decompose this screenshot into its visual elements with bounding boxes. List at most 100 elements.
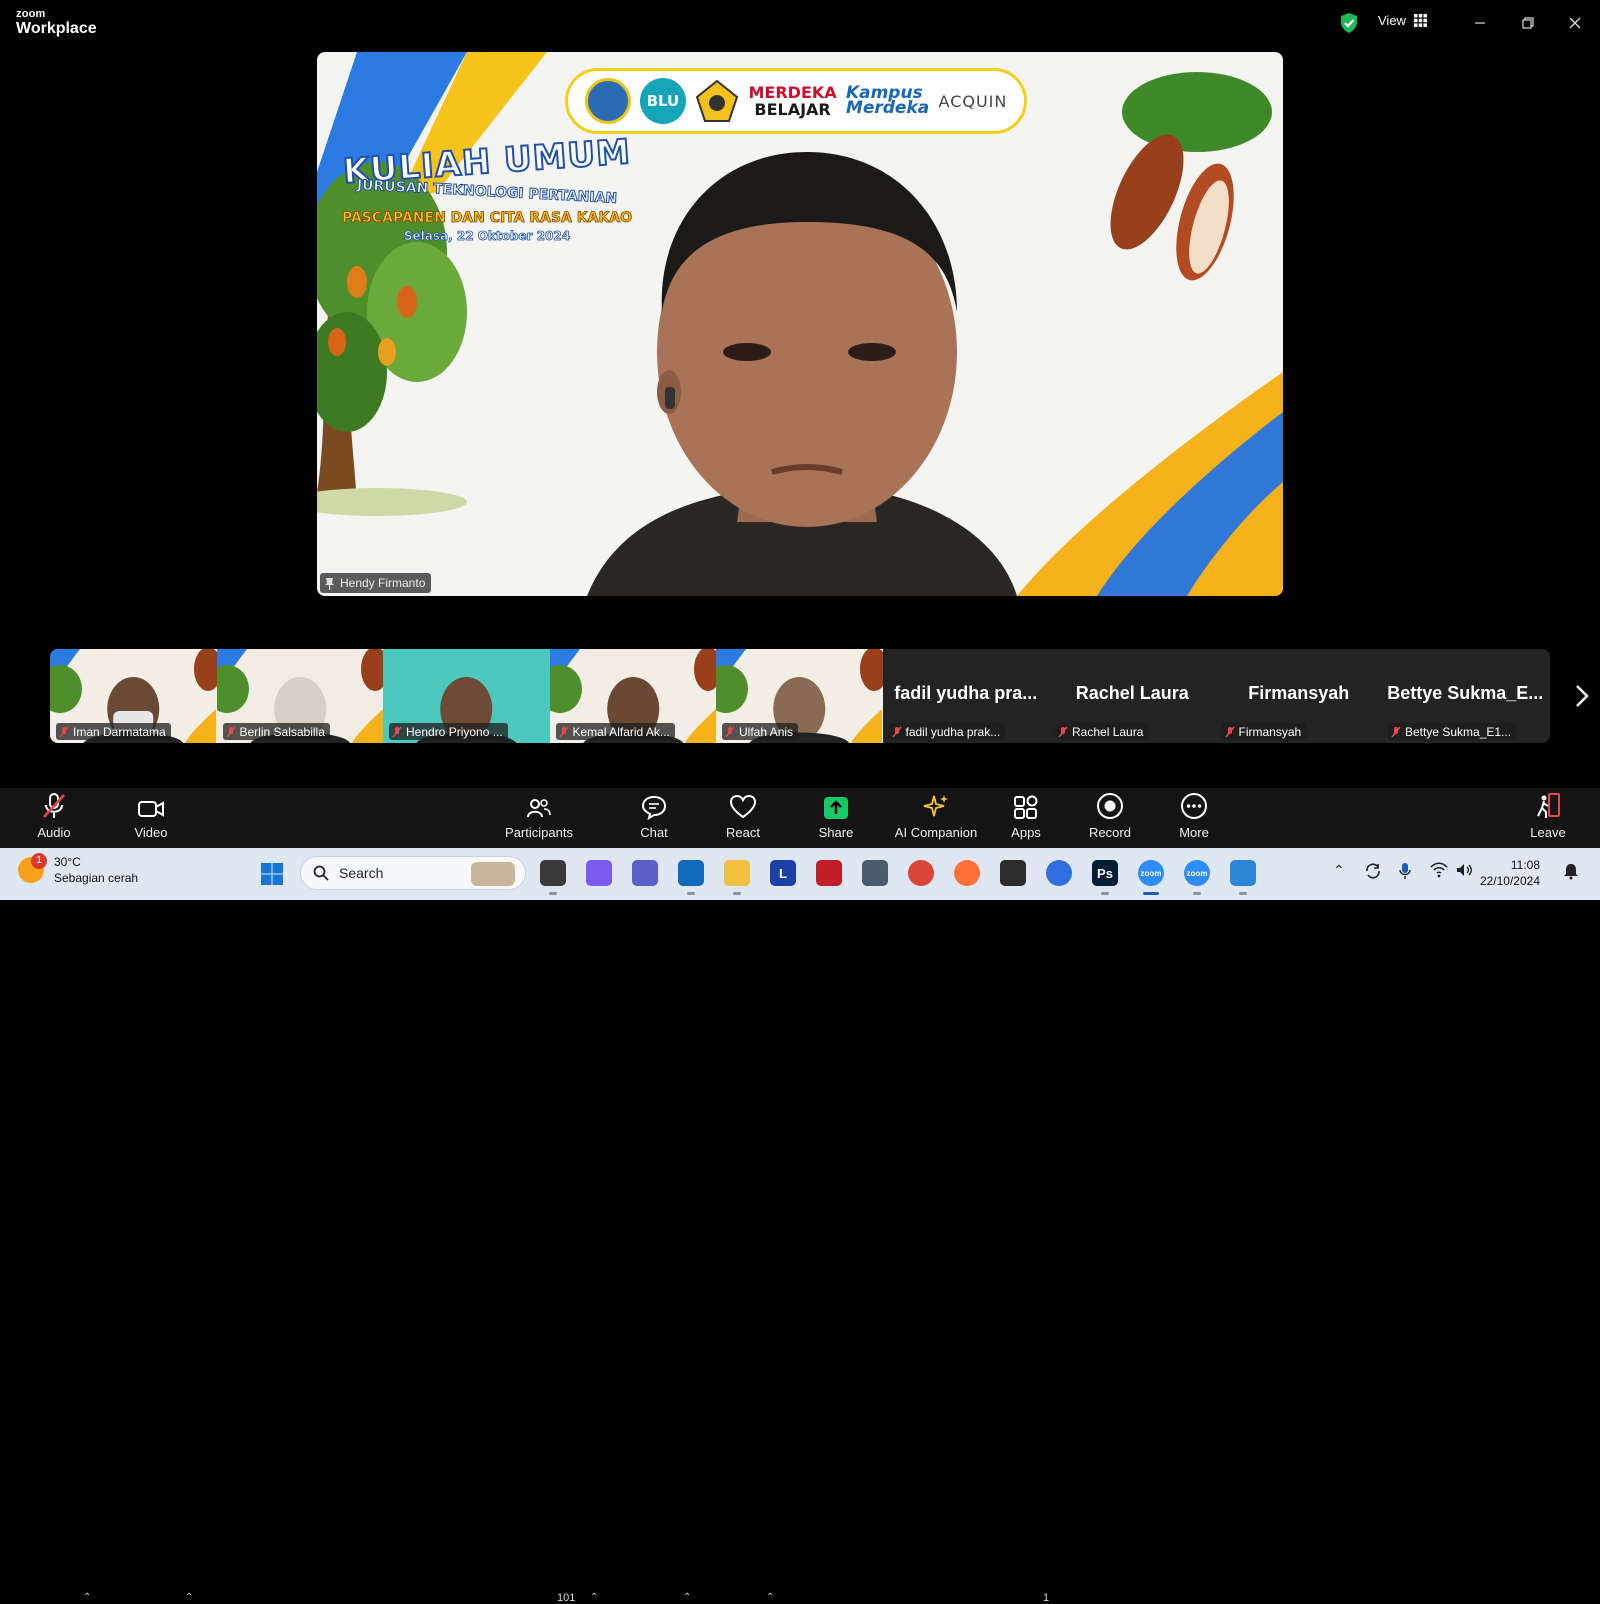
- photos-icon[interactable]: [1230, 860, 1256, 886]
- participants-label: Participants: [505, 825, 573, 840]
- taskbar-app-label: L: [779, 865, 787, 881]
- video-camera-icon: [138, 801, 164, 817]
- participant-tile[interactable]: Hendro Priyono ...: [383, 649, 550, 743]
- chat-button[interactable]: Chat: [634, 788, 674, 848]
- clock-time: 11:08: [1510, 858, 1540, 872]
- active-speaker-video[interactable]: BLU MERDEKA BELAJAR Kampus Merdeka ACQUI…: [317, 52, 1283, 596]
- apps-button[interactable]: Apps: [1008, 788, 1044, 848]
- participant-display-name: Bettye Sukma_E...: [1387, 683, 1544, 703]
- participant-tile[interactable]: Rachel Laura Rachel Laura: [1049, 649, 1216, 743]
- shield-check-icon[interactable]: [1339, 12, 1359, 34]
- more-button[interactable]: More: [1176, 788, 1212, 848]
- weather-widget[interactable]: 1 30°C Sebagian cerah: [18, 853, 138, 886]
- apps-icon: [1014, 795, 1038, 819]
- more-icon: [1181, 793, 1207, 819]
- minimize-icon[interactable]: [1469, 12, 1491, 34]
- notification-bell-icon[interactable]: [1562, 862, 1580, 880]
- sync-icon[interactable]: [1364, 862, 1382, 880]
- microphone-icon[interactable]: [1398, 862, 1412, 880]
- ai-companion-button[interactable]: AI Companion: [893, 788, 979, 848]
- tray-overflow-chevron-icon[interactable]: ⌃: [1333, 862, 1345, 879]
- wifi-icon[interactable]: [1430, 862, 1448, 878]
- grid-icon: [1413, 14, 1427, 27]
- university-logo: [584, 78, 631, 124]
- chat-options-caret[interactable]: ⌃: [683, 1592, 691, 1603]
- outlook-icon[interactable]: [678, 860, 704, 886]
- mic-muted-icon: [1391, 726, 1401, 737]
- taskbar-app-label: Ps: [1097, 865, 1113, 881]
- close-icon[interactable]: [1564, 12, 1586, 34]
- audio-label: Audio: [37, 825, 71, 840]
- teams-icon[interactable]: [632, 860, 658, 886]
- chrome-icon[interactable]: [908, 860, 934, 886]
- running-indicator: [1239, 892, 1247, 895]
- react-options-caret[interactable]: ⌃: [766, 1592, 774, 1603]
- brand-bottom: Workplace: [16, 20, 97, 37]
- browser-icon[interactable]: [1046, 860, 1072, 886]
- apps-count: 1: [1043, 1592, 1050, 1604]
- volume-icon[interactable]: [1455, 862, 1473, 878]
- apps-label: Apps: [1011, 825, 1041, 840]
- pin-icon: [325, 577, 334, 590]
- mic-muted-icon: [43, 793, 65, 818]
- shield-app-icon[interactable]: [816, 860, 842, 886]
- participant-name: Kemal Alfarid Ak...: [572, 724, 670, 739]
- participant-tile[interactable]: fadil yudha pra... fadil yudha prak...: [882, 649, 1049, 743]
- participants-button[interactable]: Participants: [503, 788, 575, 848]
- photoshop-icon[interactable]: Ps: [1092, 860, 1118, 886]
- kampus-merdeka-logo: Kampus Merdeka: [846, 85, 929, 117]
- mic-muted-icon: [59, 726, 69, 737]
- acquin-logo: ACQUIN: [938, 91, 1008, 111]
- zoom-icon-2[interactable]: zoom: [1184, 860, 1210, 886]
- participant-tile[interactable]: Bettye Sukma_E... Bettye Sukma_E1...: [1382, 649, 1549, 743]
- participant-strip: Iman Darmatama Berlin Salsabilla Hendro Pr…: [50, 649, 1550, 743]
- video-options-caret[interactable]: ⌃: [185, 1592, 193, 1603]
- participant-name-tag: Rachel Laura: [1055, 723, 1149, 740]
- file-explorer-icon[interactable]: [540, 860, 566, 886]
- speaker-name-tag: Hendy Firmanto: [320, 573, 432, 593]
- l-app-icon[interactable]: L: [770, 860, 796, 886]
- ministry-logo: [696, 79, 739, 122]
- app-logo: zoom Workplace: [16, 9, 97, 37]
- participant-tile[interactable]: Iman Darmatama: [50, 649, 217, 743]
- participant-tile[interactable]: Kemal Alfarid Ak...: [549, 649, 716, 743]
- next-page-arrow-icon[interactable]: [1572, 682, 1592, 710]
- chat-label: Chat: [640, 825, 668, 840]
- folder-icon[interactable]: [724, 860, 750, 886]
- system-clock[interactable]: 11:08 22/10/2024: [1480, 857, 1540, 889]
- participant-tile[interactable]: Berlin Salsabilla: [216, 649, 383, 743]
- view-button[interactable]: View: [1378, 13, 1427, 28]
- search-icon: [313, 865, 329, 881]
- title-bar: zoom Workplace View: [0, 0, 1600, 46]
- record-button[interactable]: Record: [1088, 788, 1132, 848]
- video-button[interactable]: Video: [128, 788, 174, 848]
- audio-button[interactable]: Audio: [32, 788, 76, 848]
- chat-icon: [641, 795, 667, 820]
- restore-icon[interactable]: [1517, 12, 1539, 34]
- taskbar-search[interactable]: Search: [300, 856, 526, 890]
- participant-tile[interactable]: Firmansyah Firmansyah: [1215, 649, 1382, 743]
- mic-muted-icon: [725, 726, 735, 737]
- zoom-icon[interactable]: zoom: [1138, 860, 1164, 886]
- leave-label: Leave: [1530, 825, 1566, 840]
- firefox-icon[interactable]: [954, 860, 980, 886]
- record-label: Record: [1089, 825, 1131, 840]
- audio-options-caret[interactable]: ⌃: [83, 1592, 91, 1603]
- running-indicator: [1143, 892, 1159, 895]
- copilot-icon[interactable]: [586, 860, 612, 886]
- participant-tile[interactable]: Ulfah Anis: [716, 649, 883, 743]
- reader-app-icon[interactable]: [1000, 860, 1026, 886]
- react-heart-icon: [729, 794, 757, 819]
- share-button[interactable]: Share: [816, 788, 856, 848]
- ai-sparkle-icon: [923, 795, 948, 817]
- react-button[interactable]: React: [722, 788, 764, 848]
- participants-options-caret[interactable]: ⌃: [590, 1592, 598, 1603]
- mic-muted-icon: [1058, 726, 1068, 737]
- participant-display-name: Firmansyah: [1248, 683, 1350, 703]
- event-date: Selasa, 22 Oktober 2024: [403, 229, 571, 244]
- windows-start-icon[interactable]: [260, 862, 284, 886]
- participant-display-name: Rachel Laura: [1075, 683, 1189, 703]
- network-app-icon[interactable]: [862, 860, 888, 886]
- participant-name: Iman Darmatama: [73, 724, 166, 739]
- leave-button[interactable]: Leave: [1530, 788, 1566, 848]
